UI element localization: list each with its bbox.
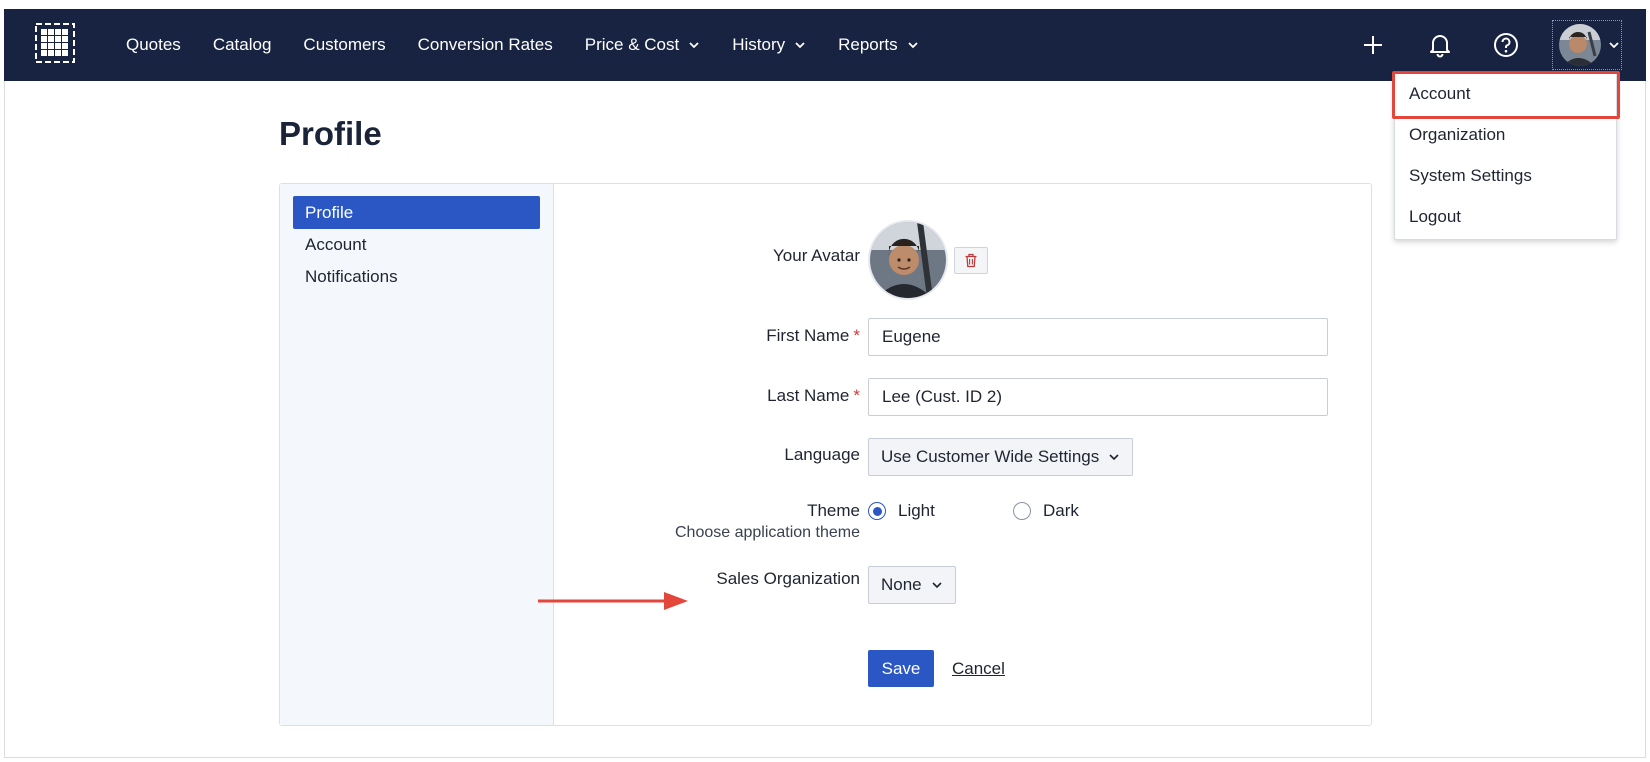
theme-sublabel: Choose application theme [674,524,860,541]
sidebar-item-notifications[interactable]: Notifications [293,260,540,293]
menu-item-logout[interactable]: Logout [1395,196,1616,237]
theme-dark-radio[interactable]: Dark [1013,501,1079,521]
sales-organization-label: Sales Organization [716,569,860,588]
nav-customers[interactable]: Customers [303,35,385,55]
language-select-value: Use Customer Wide Settings [881,447,1100,466]
menu-item-system-settings[interactable]: System Settings [1395,155,1616,196]
nav-label: Customers [303,35,386,54]
nav-label: Quotes [126,35,181,54]
annotation-arrow-icon [538,592,688,610]
sales-organization-value: None [881,575,922,594]
bell-icon[interactable] [1422,27,1458,63]
nav-conversion-rates[interactable]: Conversion Rates [418,35,553,55]
nav-label: Reports [838,35,898,54]
avatar [1559,24,1601,66]
first-name-field[interactable]: Eugene [868,318,1328,356]
trash-icon [965,253,977,268]
required-mark: * [853,326,860,345]
chevron-down-icon [908,42,918,49]
menu-item-account[interactable]: Account [1395,73,1616,114]
chevron-down-icon [932,582,942,589]
nav-label: Catalog [212,35,272,54]
required-mark: * [853,386,860,405]
first-name-label-text: First Name [766,326,850,345]
language-select[interactable]: Use Customer Wide Settings [868,438,1134,476]
nav-label: Price & Cost [584,35,680,54]
nav-catalog[interactable]: Catalog [213,35,272,55]
chevron-down-icon [1109,454,1119,461]
sidebar-item-profile[interactable]: Profile [293,196,540,229]
nav-label: History [732,35,786,54]
profile-panel: Profile Account Notifications Your Avata… [279,183,1372,726]
nav-label: Conversion Rates [417,35,553,54]
theme-option-label: Dark [1043,501,1079,520]
user-menu-button[interactable] [1552,20,1622,70]
top-nav-bar: Quotes Catalog Customers Conversion Rate… [4,9,1646,81]
language-label: Language [784,445,860,464]
chevron-down-icon [795,42,805,49]
theme-label: Theme [807,501,860,520]
first-name-label: First Name * [766,326,860,346]
avatar [868,220,948,300]
nav-history[interactable]: History [732,35,806,55]
plus-icon[interactable] [1355,27,1391,63]
settings-sidebar: Profile Account Notifications [280,184,554,725]
delete-avatar-button[interactable] [954,247,988,274]
save-button[interactable]: Save [868,650,934,687]
page-title: Profile [279,115,382,152]
avatar-label: Your Avatar [773,246,860,265]
chevron-down-icon [1609,42,1619,49]
apps-grid-icon[interactable] [35,23,75,63]
theme-light-radio[interactable]: Light [868,501,935,521]
help-icon[interactable] [1488,27,1524,63]
user-dropdown-menu: Account Organization System Settings Log… [1394,72,1617,240]
form-labels: Your Avatar First Name * Last Name * Langu… [560,184,860,725]
nav-quotes[interactable]: Quotes [126,35,181,55]
sales-organization-select[interactable]: None [868,566,956,604]
last-name-field[interactable]: Lee (Cust. ID 2) [868,378,1328,416]
chevron-down-icon [689,42,699,49]
menu-item-organization[interactable]: Organization [1395,114,1616,155]
radio-selected-icon [868,502,886,520]
last-name-label: Last Name * [767,386,860,406]
nav-reports[interactable]: Reports [838,35,919,55]
cancel-link[interactable]: Cancel [952,659,1005,679]
theme-option-label: Light [898,501,935,520]
sidebar-item-account[interactable]: Account [293,228,540,261]
nav-price-cost[interactable]: Price & Cost [585,35,700,55]
main-nav: Quotes Catalog Customers Conversion Rate… [126,9,951,81]
radio-unselected-icon [1013,502,1031,520]
last-name-label-text: Last Name [767,386,850,405]
